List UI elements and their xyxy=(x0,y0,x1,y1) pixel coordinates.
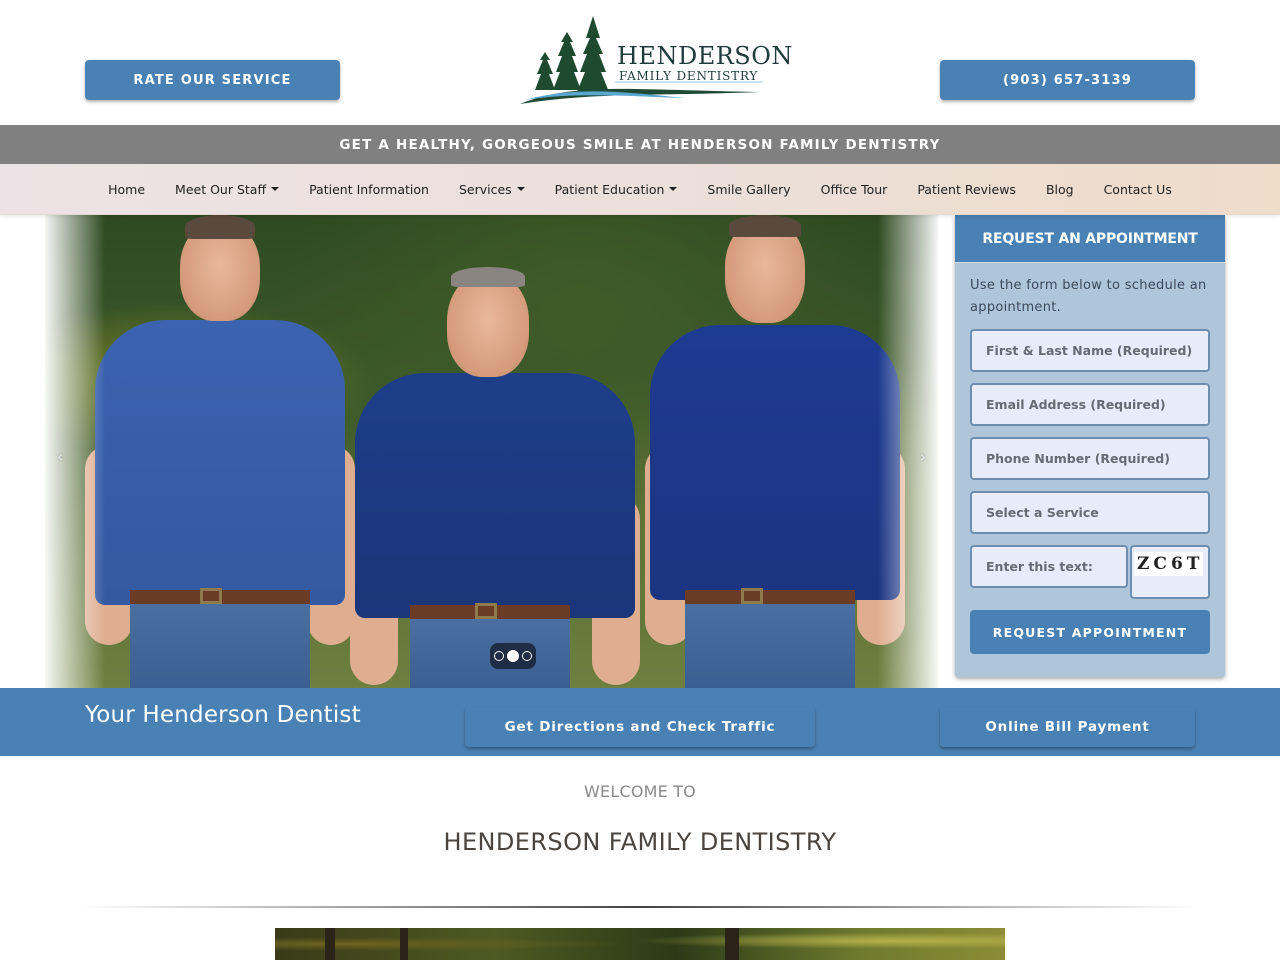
main-nav: Home Meet Our Staff Patient Information … xyxy=(0,164,1280,215)
logo-name: HENDERSON xyxy=(617,42,793,70)
service-select[interactable]: Select a Service xyxy=(970,491,1210,534)
office-photo xyxy=(275,928,1005,960)
phone-field[interactable]: Phone Number (Required) xyxy=(970,437,1210,480)
captcha-image: ZC6T xyxy=(1134,552,1203,576)
tagline-bar: GET A HEALTHY, GORGEOUS SMILE AT HENDERS… xyxy=(0,125,1280,164)
section-divider xyxy=(80,906,1200,908)
appointment-form: REQUEST AN APPOINTMENT Use the form belo… xyxy=(955,215,1225,677)
nav-item-label: Smile Gallery xyxy=(707,181,791,197)
nav-item-blog[interactable]: Blog xyxy=(1031,182,1089,197)
nav-item-label: Meet Our Staff xyxy=(175,181,267,197)
page-title: HENDERSON FAMILY DENTISTRY xyxy=(443,828,837,856)
request-appointment-button[interactable]: REQUEST APPOINTMENT xyxy=(970,610,1210,654)
name-field[interactable]: First & Last Name (Required) xyxy=(970,329,1210,372)
logo-subtitle: FAMILY DENTISTRY xyxy=(619,69,759,83)
caret-down-icon xyxy=(271,187,280,191)
captcha-input[interactable]: Enter this text: xyxy=(970,545,1128,588)
phone-number-button[interactable]: (903) 657-3139 xyxy=(940,60,1195,100)
carousel-next-icon[interactable]: › xyxy=(920,447,926,466)
carousel-indicators xyxy=(490,643,536,669)
hero-fade xyxy=(878,215,938,688)
site-logo[interactable]: HENDERSON FAMILY DENTISTRY xyxy=(515,12,792,112)
carousel-prev-icon[interactable]: ‹ xyxy=(57,447,63,466)
nav-item-label: Patient Information xyxy=(309,181,429,197)
email-field[interactable]: Email Address (Required) xyxy=(970,383,1210,426)
carousel-dot[interactable] xyxy=(494,651,504,661)
band-title: Your Henderson Dentist xyxy=(85,702,361,728)
nav-item-home[interactable]: Home xyxy=(93,182,160,197)
nav-item-label: Patient Education xyxy=(554,181,665,197)
caret-down-icon xyxy=(669,187,678,191)
nav-item-label: Blog xyxy=(1045,181,1074,197)
nav-item-label: Patient Reviews xyxy=(917,181,1016,197)
hero-carousel: ‹ › xyxy=(45,215,938,688)
hero-person xyxy=(645,215,905,688)
rate-our-service-button[interactable]: RATE OUR SERVICE xyxy=(85,60,340,100)
hero-person xyxy=(345,265,645,688)
nav-item-services[interactable]: Services xyxy=(444,182,540,197)
appointment-form-intro: Use the form below to schedule an appoin… xyxy=(970,278,1207,315)
welcome-kicker: WELCOME TO xyxy=(584,782,696,801)
appointment-form-title: REQUEST AN APPOINTMENT xyxy=(955,215,1225,263)
nav-item-patient-information[interactable]: Patient Information xyxy=(294,182,444,197)
nav-item-label: Office Tour xyxy=(820,181,888,197)
nav-item-patient-education[interactable]: Patient Education xyxy=(540,182,693,197)
get-directions-button[interactable]: Get Directions and Check Traffic xyxy=(465,707,815,747)
nav-item-label: Contact Us xyxy=(1103,181,1172,197)
nav-item-smile-gallery[interactable]: Smile Gallery xyxy=(692,182,805,197)
carousel-dot[interactable] xyxy=(522,651,532,661)
caret-down-icon xyxy=(516,187,525,191)
online-bill-payment-button[interactable]: Online Bill Payment xyxy=(940,707,1195,747)
hero-person xyxy=(85,215,355,688)
nav-item-label: Services xyxy=(458,181,512,197)
nav-item-patient-reviews[interactable]: Patient Reviews xyxy=(902,182,1031,197)
nav-item-contact-us[interactable]: Contact Us xyxy=(1089,182,1187,197)
hero-fade xyxy=(45,215,105,688)
cta-band: Your Henderson Dentist Get Directions an… xyxy=(0,688,1280,756)
nav-item-meet-our-staff[interactable]: Meet Our Staff xyxy=(160,182,294,197)
nav-item-office-tour[interactable]: Office Tour xyxy=(806,182,903,197)
site-header: RATE OUR SERVICE HENDERSON FAMILY DENTIS… xyxy=(0,0,1280,125)
nav-item-label: Home xyxy=(108,181,146,197)
carousel-dot-active[interactable] xyxy=(507,650,519,662)
captcha-box: ZC6T xyxy=(1130,545,1210,599)
